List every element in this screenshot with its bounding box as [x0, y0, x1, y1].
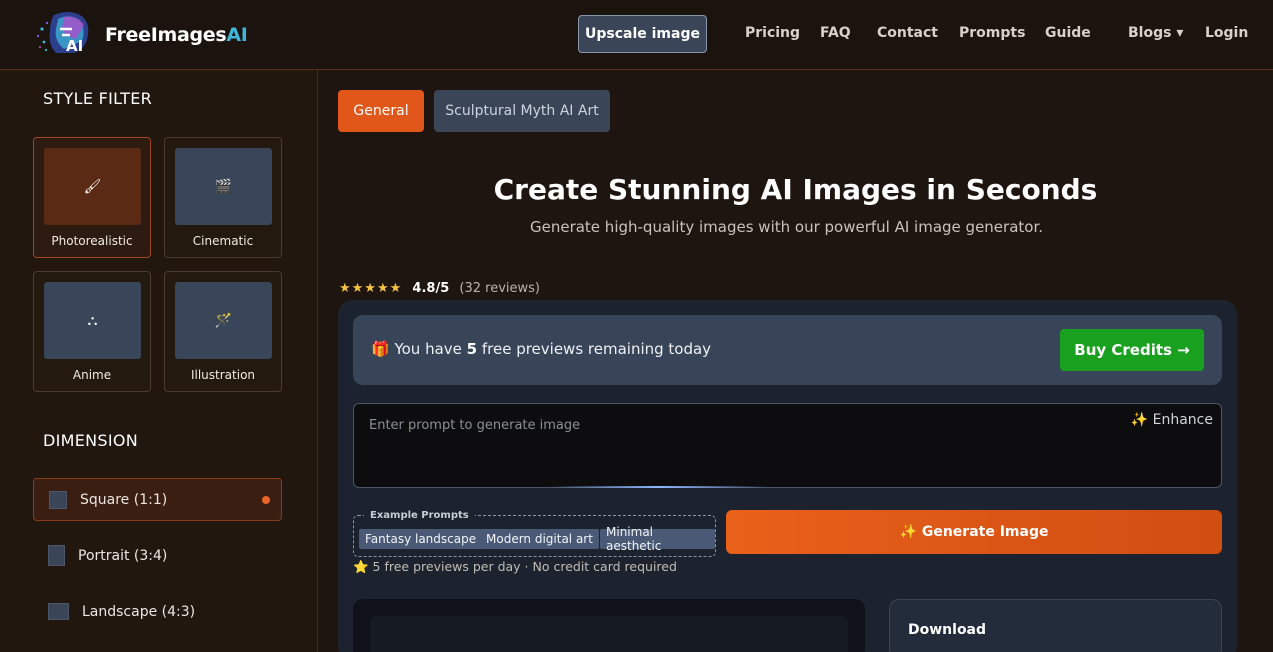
magic-wand-icon: 🪄 [175, 282, 272, 359]
credits-text: 🎁 You have 5 free previews remaining tod… [371, 340, 711, 358]
dimension-portrait[interactable]: Portrait (3:4) [33, 534, 282, 577]
style-card-anime[interactable]: ⛬ Anime [33, 271, 151, 392]
review-count: (32 reviews) [459, 281, 540, 296]
style-label: Cinematic [192, 234, 254, 248]
style-card-illustration[interactable]: 🪄 Illustration [164, 271, 282, 392]
rating-score: 4.8/5 [412, 281, 450, 296]
portrait-ratio-icon [48, 545, 65, 566]
prompt-input[interactable] [354, 404, 1221, 487]
brand-name[interactable]: FreeImagesAI [105, 24, 248, 46]
style-label: Anime [72, 368, 112, 382]
page-subtitle: Generate high-quality images with our po… [529, 218, 1044, 236]
nav-pricing[interactable]: Pricing [745, 25, 800, 41]
example-chip-fantasy[interactable]: Fantasy landscape [359, 529, 483, 549]
credits-prefix: 🎁 You have [371, 340, 467, 358]
dimension-square[interactable]: Square (1:1) [33, 478, 282, 521]
style-label: Illustration [190, 368, 256, 382]
tab-sculptural-myth[interactable]: Sculptural Myth AI Art [434, 90, 610, 132]
prompt-focus-glow [549, 486, 769, 488]
dimension-label: Portrait (3:4) [78, 547, 168, 564]
dimension-title: DIMENSION [43, 431, 139, 450]
download-title: Download [908, 622, 987, 638]
style-card-cinematic[interactable]: 🎬 Cinematic [164, 137, 282, 258]
svg-text:AI: AI [66, 37, 83, 55]
buy-credits-button[interactable]: Buy Credits → [1060, 329, 1204, 371]
tab-general[interactable]: General [338, 90, 424, 132]
top-header: AI FreeImagesAI Upscale image Pricing FA… [0, 0, 1273, 70]
upscale-image-button[interactable]: Upscale image [578, 15, 707, 53]
example-prompts-box: Example Prompts Fantasy landscape Modern… [353, 510, 716, 557]
example-chip-digital-art[interactable]: Modern digital art [480, 529, 599, 549]
brand-text: FreeImages [105, 24, 227, 46]
credits-banner: 🎁 You have 5 free previews remaining tod… [353, 315, 1222, 385]
nav-blogs-dropdown[interactable]: Blogs ▾ [1128, 25, 1183, 41]
enhance-button[interactable]: ✨ Enhance [1131, 412, 1213, 428]
freeimagesai-logo-icon[interactable]: AI [34, 9, 94, 59]
star-rating-icon: ★★★★★ [339, 281, 403, 296]
page-title: Create Stunning AI Images in Seconds [493, 173, 1098, 206]
generate-image-button[interactable]: ✨ Generate Image [726, 510, 1222, 554]
nav-guide[interactable]: Guide [1045, 25, 1091, 41]
landscape-ratio-icon [48, 603, 69, 620]
credits-count: 5 [466, 340, 478, 358]
shapes-icon: ⛬ [44, 282, 141, 359]
style-filter-title: STYLE FILTER [43, 89, 153, 108]
brand-ai-text: AI [226, 24, 248, 46]
download-panel: Download [889, 599, 1222, 652]
dimension-label: Square (1:1) [80, 491, 168, 508]
square-ratio-icon [49, 490, 67, 509]
nav-login[interactable]: Login [1205, 25, 1248, 41]
rating-summary: ★★★★★ 4.8/5 (32 reviews) [339, 281, 540, 296]
nav-faq[interactable]: FAQ [820, 25, 851, 41]
dimension-landscape[interactable]: Landscape (4:3) [33, 590, 282, 633]
dimension-label: Landscape (4:3) [82, 603, 196, 620]
style-card-photorealistic[interactable]: 🖌 Photorealistic [33, 137, 151, 258]
example-chip-minimal[interactable]: Minimal aesthetic [600, 525, 715, 553]
credits-suffix: free previews remaining today [477, 340, 712, 358]
style-label: Photorealistic [51, 234, 133, 248]
image-preview-area [353, 599, 865, 652]
free-previews-note: ⭐ 5 free previews per day · No credit ca… [353, 559, 677, 574]
example-prompts-label: Example Prompts [364, 510, 475, 521]
nav-prompts[interactable]: Prompts [959, 25, 1025, 41]
paintbrush-icon: 🖌 [44, 148, 141, 225]
selected-indicator [262, 496, 270, 504]
image-preview-frame [370, 616, 848, 652]
nav-contact[interactable]: Contact [877, 25, 938, 41]
prompt-field-wrapper: ✨ Enhance [353, 403, 1222, 488]
clapperboard-icon: 🎬 [175, 148, 272, 225]
